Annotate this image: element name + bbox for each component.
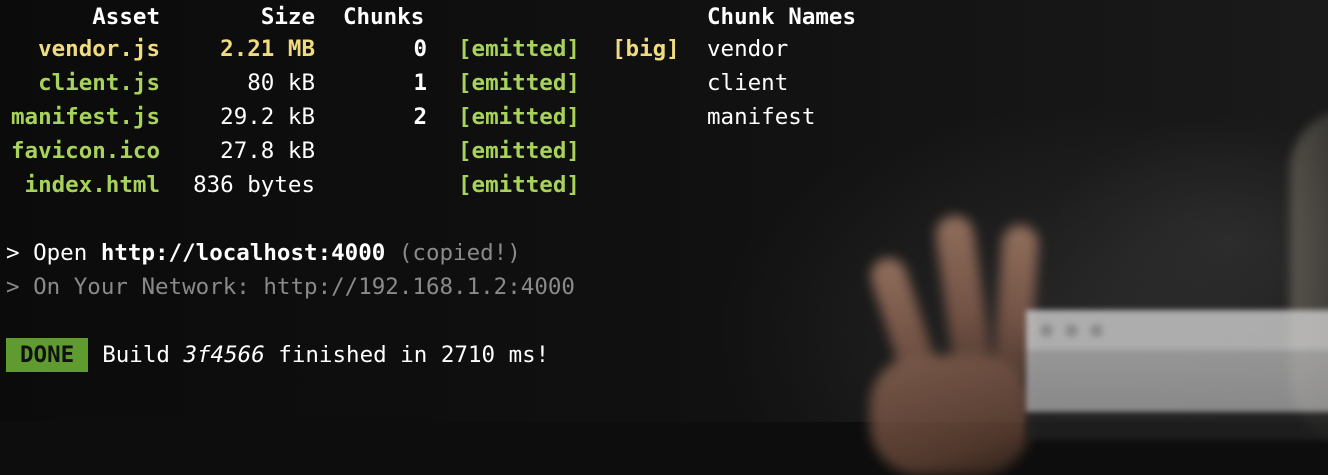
build-text-after: finished in 2710 ms! [264, 342, 550, 368]
build-hash: 3f4566 [183, 342, 265, 368]
done-badge: DONE [6, 338, 89, 372]
asset-size: 2.21 MB [220, 36, 315, 62]
asset-size: 29.2 kB [220, 104, 315, 130]
header-chunks: Chunks [343, 4, 425, 30]
asset-chunk-id: 2 [413, 104, 427, 130]
header-size: Size [260, 4, 315, 30]
copied-note: (copied!) [398, 240, 521, 266]
asset-size: 836 bytes [193, 172, 315, 198]
asset-name: manifest.js [10, 104, 160, 130]
emitted-flag: [emitted] [458, 138, 580, 164]
asset-chunk-id: 0 [413, 36, 427, 62]
asset-name: index.html [24, 172, 160, 198]
header-chunk-names: Chunk Names [707, 4, 857, 30]
asset-name: vendor.js [38, 36, 160, 62]
emitted-flag: [emitted] [458, 36, 580, 62]
network-url-link[interactable]: http://192.168.1.2:4000 [263, 274, 575, 300]
emitted-flag: [emitted] [458, 172, 580, 198]
network-url-line: > On Your Network: http://192.168.1.2:40… [6, 270, 575, 304]
terminal-output: Asset Size Chunks Chunk Names vendor.js … [0, 0, 1328, 422]
header-asset: Asset [92, 4, 160, 30]
network-prefix: > On Your Network: [6, 274, 264, 300]
asset-size: 80 kB [247, 70, 315, 96]
local-url-link[interactable]: http://localhost:4000 [101, 240, 385, 266]
asset-chunk-id: 1 [413, 70, 427, 96]
emitted-flag: [emitted] [458, 70, 580, 96]
chunk-name: client [707, 70, 789, 96]
open-url-line: > Open http://localhost:4000 (copied!) [6, 236, 521, 270]
build-status-line: DONE Build 3f4566 finished in 2710 ms! [6, 338, 549, 372]
asset-size: 27.8 kB [220, 138, 315, 164]
asset-name: favicon.ico [10, 138, 160, 164]
open-prefix: > Open [6, 240, 101, 266]
build-text-before: Build [102, 342, 184, 368]
big-flag: [big] [612, 36, 680, 62]
asset-name: client.js [38, 70, 160, 96]
chunk-name: vendor [707, 36, 789, 62]
emitted-flag: [emitted] [458, 104, 580, 130]
chunk-name: manifest [707, 104, 816, 130]
